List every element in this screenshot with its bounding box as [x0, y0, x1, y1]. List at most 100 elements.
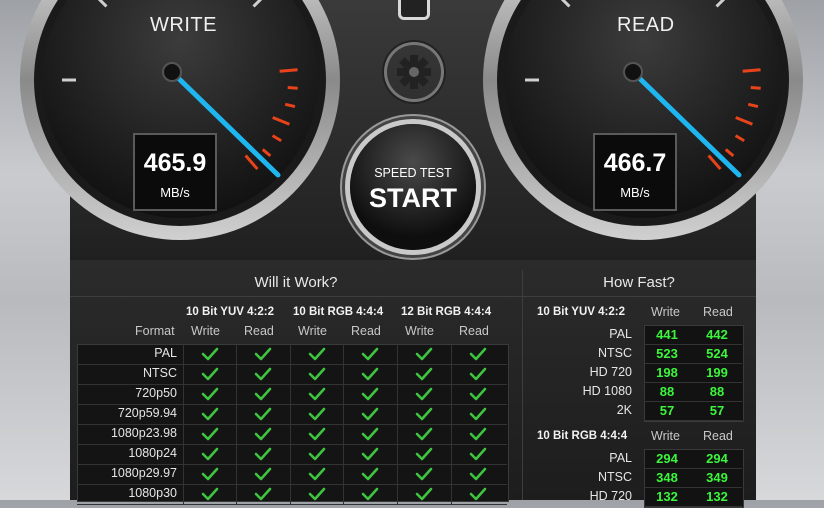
write-column-header: Write — [191, 324, 220, 338]
write-speed-cell: 348 — [656, 470, 678, 485]
format-label: PAL — [609, 327, 632, 341]
checkmark-icon — [469, 407, 487, 421]
checkmark-icon — [361, 367, 379, 381]
format-label: HD 1080 — [582, 384, 632, 398]
checkmark-icon — [254, 347, 272, 361]
read-readout: 466.7 MB/s — [593, 133, 677, 211]
format-label: 1080p23.98 — [110, 426, 177, 440]
checkmark-icon — [469, 467, 487, 481]
checkmark-icon — [254, 367, 272, 381]
format-label: NTSC — [597, 470, 632, 484]
format-label: 720p59.94 — [117, 406, 177, 420]
write-speed-cell: 132 — [656, 489, 678, 504]
checkmark-icon — [361, 467, 379, 481]
write-speed-cell: 57 — [659, 403, 675, 418]
format-label: HD 720 — [589, 489, 632, 503]
checkmark-icon — [308, 487, 326, 501]
checkmark-icon — [415, 467, 433, 481]
read-column-header: Read — [703, 429, 733, 443]
checkmark-icon — [201, 447, 219, 461]
window-handle — [398, 0, 430, 20]
read-speed-unit: MB/s — [620, 185, 650, 200]
checkmark-icon — [308, 407, 326, 421]
format-label: HD 720 — [589, 365, 632, 379]
format-label: PAL — [609, 451, 632, 465]
gauge-redline-tick — [750, 86, 761, 90]
format-label: 1080p24 — [128, 446, 177, 460]
how-fast-title: How Fast? — [603, 274, 675, 291]
checkmark-icon — [308, 427, 326, 441]
format-label: 2K — [616, 403, 632, 417]
checkmark-icon — [469, 447, 487, 461]
read-speed-cell: 199 — [706, 365, 728, 380]
how-fast-section-header: 10 Bit RGB 4:4:4 — [537, 430, 628, 442]
checkmark-icon — [308, 387, 326, 401]
write-speed-cell: 294 — [656, 451, 678, 466]
checkmark-icon — [201, 387, 219, 401]
checkmark-icon — [361, 487, 379, 501]
settings-button[interactable] — [387, 45, 441, 99]
read-speed-cell: 88 — [709, 384, 725, 399]
checkmark-icon — [361, 427, 379, 441]
read-speed-cell: 57 — [709, 403, 725, 418]
checkmark-icon — [308, 347, 326, 361]
write-column-header: Write — [651, 429, 680, 443]
write-column-header: Write — [651, 305, 680, 319]
checkmark-icon — [415, 347, 433, 361]
will-it-work-title: Will it Work? — [254, 274, 338, 291]
read-column-header: Read — [703, 305, 733, 319]
checkmark-icon — [361, 407, 379, 421]
write-speed-value: 465.9 — [143, 149, 207, 177]
checkmark-icon — [361, 447, 379, 461]
write-gauge-hub — [162, 62, 182, 82]
gauge-redline-tick — [742, 68, 761, 73]
format-label: NTSC — [597, 346, 632, 360]
checkmark-icon — [254, 467, 272, 481]
write-column-header: Write — [298, 324, 327, 338]
checkmark-icon — [201, 347, 219, 361]
format-label: 1080p30 — [128, 486, 177, 500]
checkmark-icon — [469, 367, 487, 381]
format-label: 720p50 — [135, 386, 177, 400]
checkmark-icon — [415, 407, 433, 421]
start-button-top-label: SPEED TEST — [374, 166, 452, 180]
read-speed-value: 466.7 — [603, 149, 667, 177]
read-speed-cell: 349 — [706, 470, 728, 485]
gauge-redline-tick — [287, 86, 298, 90]
checkmark-icon — [254, 487, 272, 501]
checkmark-icon — [469, 387, 487, 401]
read-speed-cell: 524 — [706, 346, 728, 361]
checkmark-icon — [201, 487, 219, 501]
checkmark-icon — [469, 487, 487, 501]
checkmark-icon — [254, 387, 272, 401]
checkmark-icon — [469, 427, 487, 441]
checkmark-icon — [308, 467, 326, 481]
checkmark-icon — [201, 407, 219, 421]
write-speed-unit: MB/s — [160, 185, 190, 200]
checkmark-icon — [415, 367, 433, 381]
write-speed-cell: 198 — [656, 365, 678, 380]
read-gauge-hub — [623, 62, 643, 82]
write-readout: 465.9 MB/s — [133, 133, 217, 211]
format-header: Format — [135, 324, 175, 338]
read-column-header: Read — [351, 324, 381, 338]
checkmark-icon — [469, 347, 487, 361]
write-gauge-label: WRITE — [150, 14, 217, 36]
how-fast-section-header: 10 Bit YUV 4:2:2 — [537, 306, 625, 318]
read-column-header: Read — [244, 324, 274, 338]
checkmark-icon — [415, 487, 433, 501]
checkmark-icon — [201, 467, 219, 481]
read-column-header: Read — [459, 324, 489, 338]
write-speed-cell: 88 — [659, 384, 675, 399]
checkmark-icon — [201, 367, 219, 381]
read-speed-cell: 132 — [706, 489, 728, 504]
write-column-header: Write — [405, 324, 434, 338]
start-button-label: START — [369, 183, 457, 213]
checkmark-icon — [254, 407, 272, 421]
write-speed-cell: 523 — [656, 346, 678, 361]
group-header: 12 Bit RGB 4:4:4 — [401, 306, 492, 318]
gauge-redline-tick — [279, 68, 298, 73]
checkmark-icon — [415, 447, 433, 461]
header-divider — [70, 296, 756, 297]
write-speed-cell: 441 — [656, 327, 678, 342]
